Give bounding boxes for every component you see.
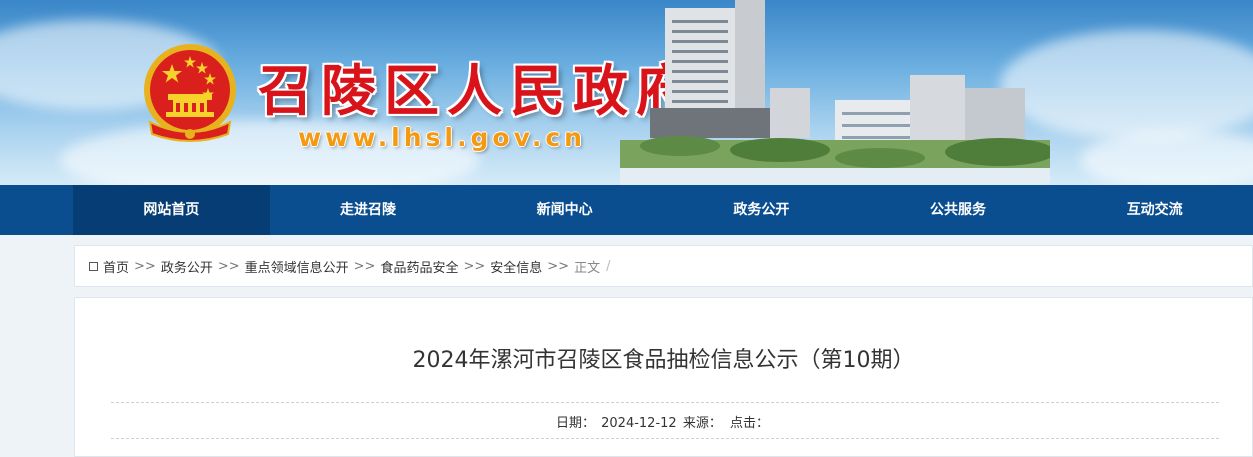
clicks-label: 点击： — [730, 416, 770, 431]
home-icon — [89, 261, 98, 271]
nav-item-interaction[interactable]: 互动交流 — [1056, 185, 1253, 235]
divider — [111, 438, 1219, 439]
national-emblem-icon — [144, 44, 236, 142]
nav-item-public-service[interactable]: 公共服务 — [860, 185, 1057, 235]
site-url: www.lhsl.gov.cn — [298, 123, 586, 152]
breadcrumb-food-drug-safety[interactable]: 食品药品安全 — [380, 257, 458, 276]
breadcrumb-separator: >> — [353, 258, 376, 274]
breadcrumb-home[interactable]: 首页 — [103, 257, 129, 276]
nav-item-home[interactable]: 网站首页 — [73, 185, 270, 235]
article-panel: 2024年漯河市召陵区食品抽检信息公示（第10期） 日期： 2024-12-12… — [74, 297, 1253, 457]
breadcrumb-separator: >> — [463, 258, 486, 274]
header-banner: 召陵区人民政府 www.lhsl.gov.cn — [0, 0, 1253, 185]
breadcrumb-key-areas[interactable]: 重点领域信息公开 — [245, 257, 349, 276]
article-meta: 日期： 2024-12-12 来源： 点击： — [75, 412, 1252, 431]
main-nav: 网站首页 走进召陵 新闻中心 政务公开 公共服务 互动交流 — [0, 185, 1253, 235]
nav-item-news[interactable]: 新闻中心 — [466, 185, 663, 235]
divider — [111, 402, 1219, 403]
article-title: 2024年漯河市召陵区食品抽检信息公示（第10期） — [412, 348, 915, 373]
source-label: 来源： — [682, 416, 722, 431]
breadcrumb: 首页 >> 政务公开 >> 重点领域信息公开 >> 食品药品安全 >> 安全信息… — [74, 245, 1253, 287]
breadcrumb-safety-info[interactable]: 安全信息 — [490, 257, 542, 276]
nav-item-about[interactable]: 走进召陵 — [270, 185, 467, 235]
government-buildings-image — [620, 0, 1050, 185]
breadcrumb-current: 正文 — [574, 260, 601, 276]
breadcrumb-separator: >> — [547, 258, 570, 274]
date-value: 2024-12-12 — [601, 416, 677, 431]
nav-item-gov-affairs[interactable]: 政务公开 — [663, 185, 860, 235]
breadcrumb-gov-affairs[interactable]: 政务公开 — [161, 257, 213, 276]
breadcrumb-separator: >> — [217, 258, 240, 274]
date-label: 日期： — [555, 416, 595, 431]
breadcrumb-trailing-slash: / — [606, 258, 611, 274]
breadcrumb-separator: >> — [134, 258, 156, 274]
